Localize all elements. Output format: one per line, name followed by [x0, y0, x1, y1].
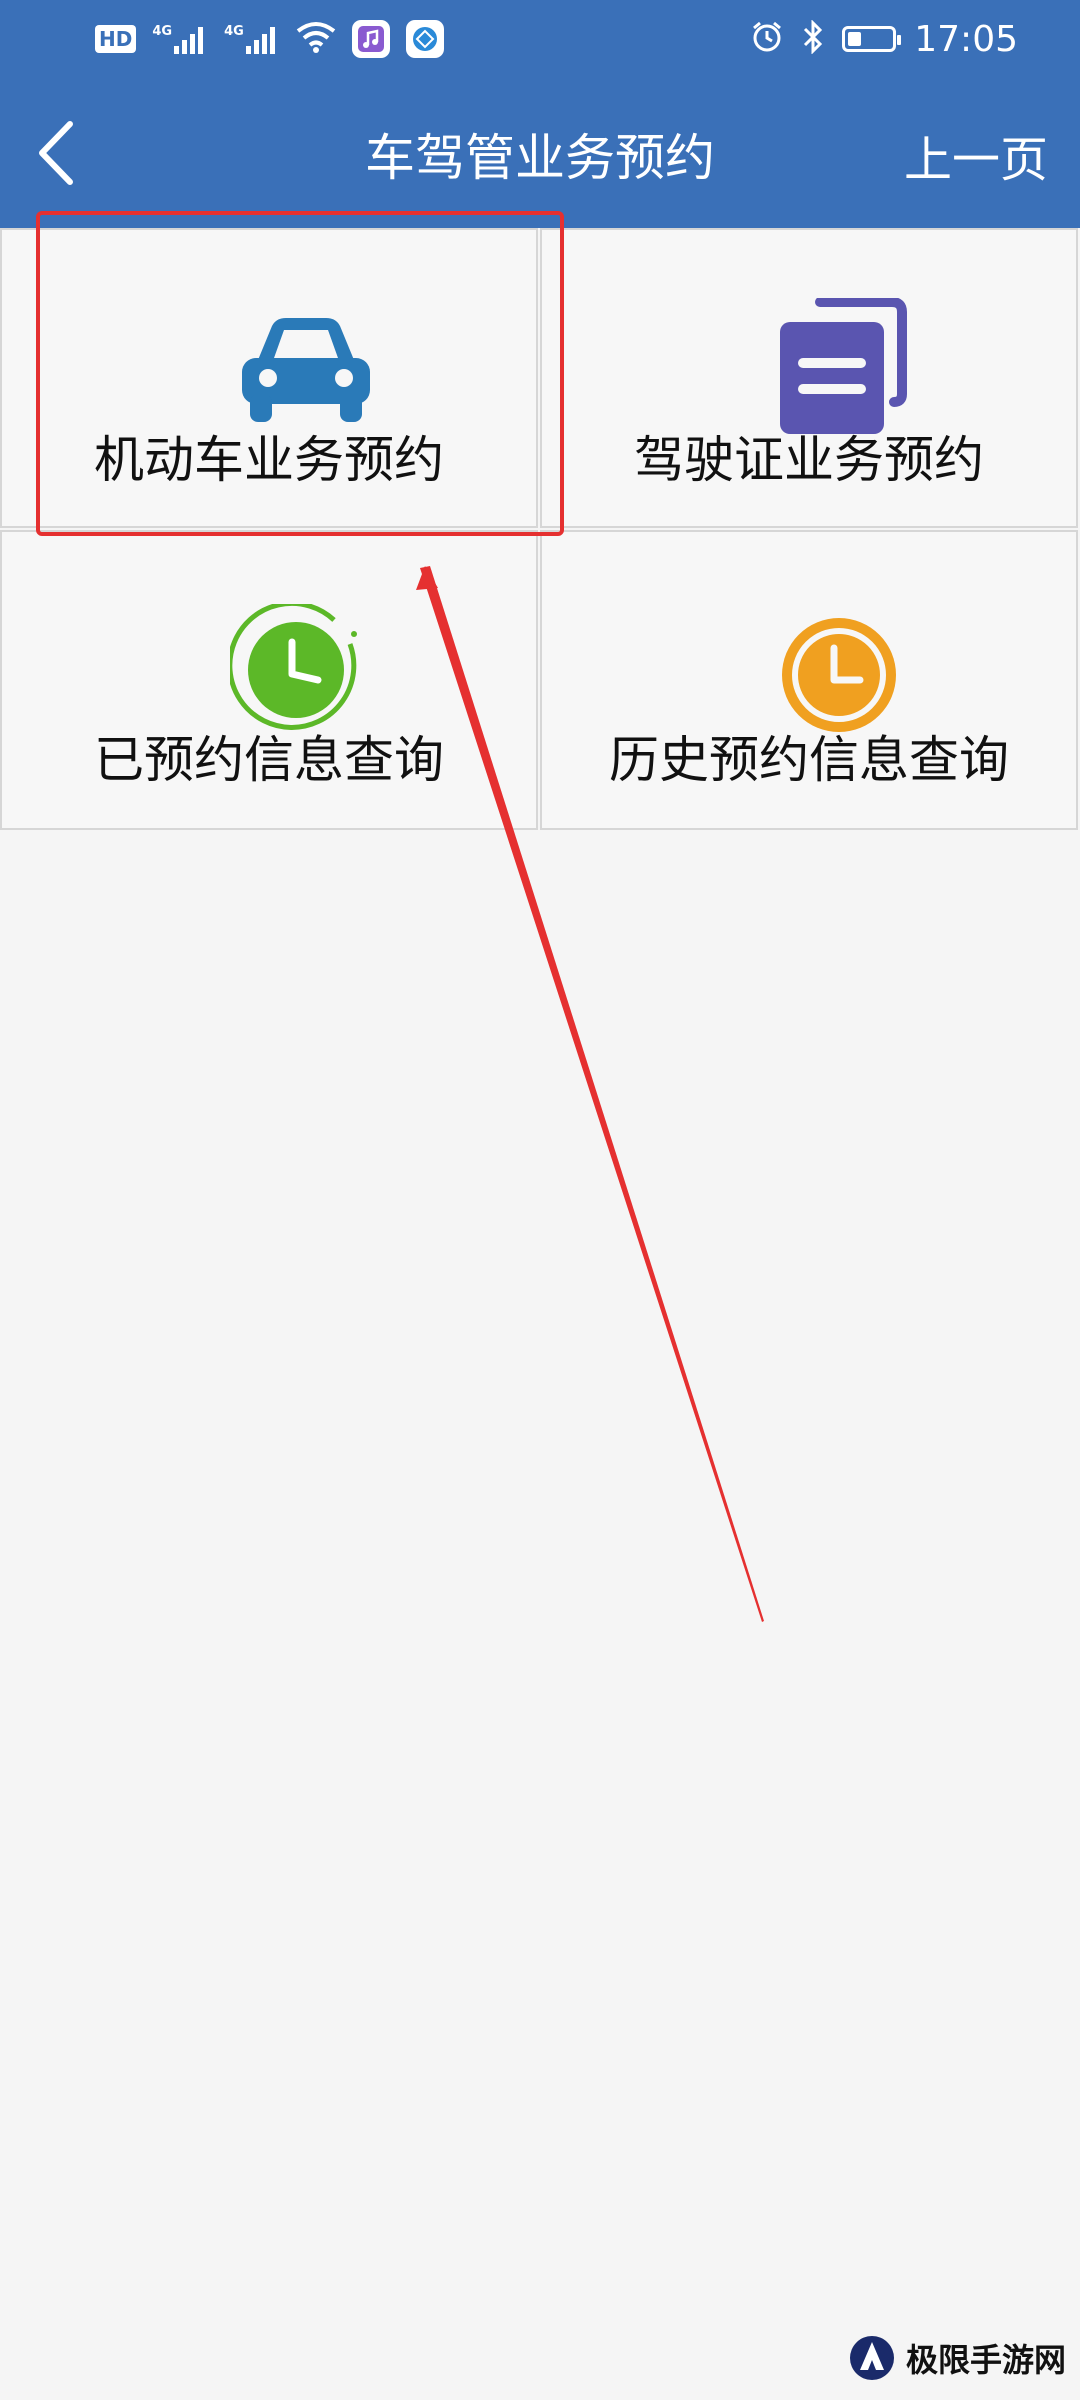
watermark-logo-icon	[849, 2336, 894, 2380]
hd-icon: HD	[95, 25, 137, 53]
menu-item-label: 驾驶证业务预约	[634, 431, 984, 489]
clock-icon	[230, 604, 357, 730]
menu-item-vehicle-booking[interactable]: 机动车业务预约	[0, 228, 538, 528]
clock-icon	[782, 618, 896, 732]
sim1-label: 4G	[152, 24, 173, 39]
battery-fill	[848, 32, 862, 46]
nav-bar: 车驾管业务预约 上一页	[0, 78, 1080, 228]
alarm-icon	[750, 20, 784, 58]
menu-item-label: 机动车业务预约	[94, 431, 444, 489]
status-left: HD 4G 4G	[95, 16, 444, 62]
bluetooth-icon	[802, 19, 824, 58]
app-header: HD 4G 4G 17:05 车驾管业务预约 上一页	[0, 0, 1080, 228]
previous-page-button[interactable]: 上一页	[904, 120, 1048, 190]
sim2-label: 4G	[224, 24, 244, 39]
menu-item-license-booking[interactable]: 驾驶证业务预约	[540, 228, 1078, 528]
menu-item-label: 已预约信息查询	[94, 731, 444, 789]
menu-item-label: 历史预约信息查询	[609, 731, 1009, 789]
document-icon	[780, 298, 907, 434]
status-bar: HD 4G 4G 17:05	[0, 0, 1080, 78]
signal-icon: 4G	[152, 24, 208, 54]
watermark: 极限手游网	[848, 2326, 1066, 2390]
menu-item-history-query[interactable]: 历史预约信息查询	[540, 530, 1078, 830]
car-icon	[242, 318, 370, 422]
menu-item-booked-query[interactable]: 已预约信息查询	[0, 530, 538, 830]
status-time: 17:05	[914, 18, 1018, 60]
signal-icon: 4G	[224, 24, 280, 54]
watermark-text: 极限手游网	[905, 2341, 1066, 2379]
battery-icon	[842, 26, 902, 52]
wifi-icon	[296, 21, 336, 57]
menu-grid: 机动车业务预约 驾驶证业务预约 已预约信息查询 历史预约信息查询	[0, 228, 1080, 830]
status-right: 17:05	[750, 14, 1018, 64]
browser-app-icon	[405, 20, 444, 58]
music-app-icon	[351, 20, 390, 58]
